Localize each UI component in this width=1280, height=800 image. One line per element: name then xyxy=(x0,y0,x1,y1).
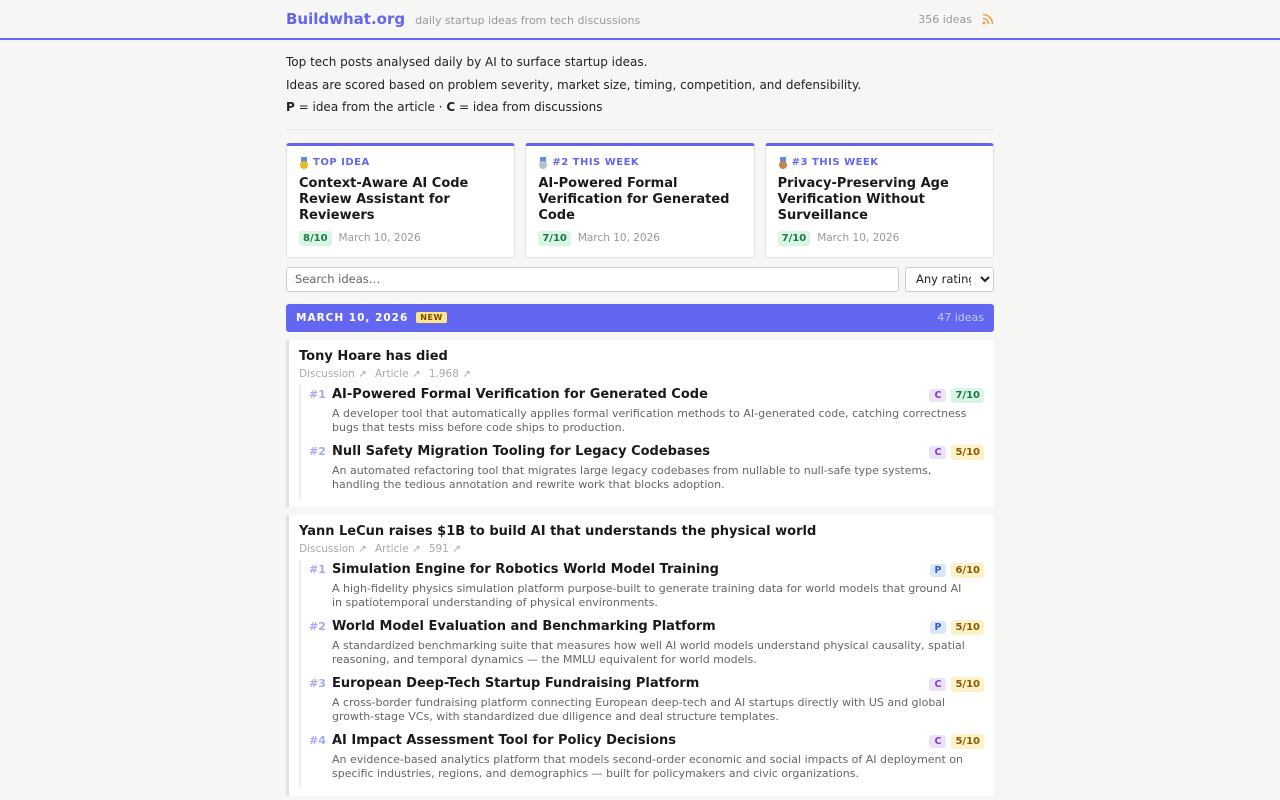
featured-kicker: Top idea xyxy=(313,157,370,168)
featured-card-1[interactable]: Top idea Context-Aware AI Code Review As… xyxy=(286,142,516,258)
search-input[interactable] xyxy=(286,266,899,292)
featured-kicker: #2 this week xyxy=(552,157,640,168)
score-badge: 5/10 xyxy=(951,619,984,635)
top-bar: Buildwhat.org daily startup ideas from t… xyxy=(0,0,1280,40)
featured-title: Privacy-Preserving Age Verification With… xyxy=(777,175,949,223)
featured-date: March 10, 2026 xyxy=(338,232,421,244)
featured-date: March 10, 2026 xyxy=(577,232,660,244)
score-badge: 7/10 xyxy=(538,230,571,246)
day-idea-count: 47 ideas xyxy=(937,311,984,324)
source-badge: P xyxy=(929,620,947,634)
idea-rank: #4 xyxy=(309,733,326,747)
day-header: MARCH 10, 2026 NEW 47 ideas xyxy=(286,303,994,332)
idea-description: A developer tool that automatically appl… xyxy=(332,406,967,435)
story-card: Yann LeCun raises $1B to build AI that u… xyxy=(286,514,994,796)
score-badge: 7/10 xyxy=(951,387,984,403)
idea-item: #2 World Model Evaluation and Benchmarki… xyxy=(309,617,984,674)
featured-date: March 10, 2026 xyxy=(817,232,900,244)
idea-rank: #1 xyxy=(309,387,326,401)
idea-title[interactable]: European Deep-Tech Startup Fundraising P… xyxy=(332,675,699,692)
article-link[interactable]: Article ↗ xyxy=(375,543,421,555)
idea-description: A standardized benchmarking suite that m… xyxy=(332,638,965,667)
idea-item: #2 Null Safety Migration Tooling for Leg… xyxy=(309,442,984,499)
idea-item: #3 European Deep-Tech Startup Fundraisin… xyxy=(309,674,984,731)
idea-description: A high-fidelity physics simulation platf… xyxy=(332,581,962,610)
site-tagline: daily startup ideas from tech discussion… xyxy=(415,14,641,27)
story-title[interactable]: Tony Hoare has died xyxy=(299,348,984,366)
featured-ideas: Top idea Context-Aware AI Code Review As… xyxy=(286,142,994,258)
site-name-link[interactable]: Buildwhat.org xyxy=(286,10,405,28)
idea-description: A cross-border fundraising platform conn… xyxy=(332,695,946,724)
day-date: MARCH 10, 2026 xyxy=(296,311,409,324)
source-badge: C xyxy=(929,445,947,459)
idea-description: An automated refactoring tool that migra… xyxy=(332,463,932,492)
story-title[interactable]: Yann LeCun raises $1B to build AI that u… xyxy=(299,523,984,541)
bronze-medal-icon xyxy=(778,156,788,169)
legend-p-key: P xyxy=(286,100,295,114)
rating-select[interactable]: Any rating xyxy=(905,266,994,292)
score-badge: 6/10 xyxy=(951,562,984,578)
source-badge: P xyxy=(929,563,947,577)
points-link[interactable]: 1,968 ↗ xyxy=(429,368,471,380)
gold-medal-icon xyxy=(299,156,309,169)
rss-icon[interactable] xyxy=(982,13,994,25)
idea-list: #1 AI-Powered Formal Verification for Ge… xyxy=(299,384,984,499)
idea-item: #1 Simulation Engine for Robotics World … xyxy=(309,560,984,617)
discussion-link[interactable]: Discussion ↗ xyxy=(299,543,367,555)
featured-card-2[interactable]: #2 this week AI-Powered Formal Verificat… xyxy=(525,142,755,258)
legend-c-key: C xyxy=(446,100,456,114)
score-badge: 5/10 xyxy=(951,676,984,692)
featured-kicker: #3 this week xyxy=(791,157,879,168)
featured-card-3[interactable]: #3 this week Privacy-Preserving Age Veri… xyxy=(764,142,994,258)
idea-title[interactable]: AI-Powered Formal Verification for Gener… xyxy=(332,386,708,403)
points-link[interactable]: 591 ↗ xyxy=(429,543,461,555)
score-badge: 5/10 xyxy=(951,444,984,460)
story-card: Tony Hoare has died Discussion ↗ Article… xyxy=(286,339,994,507)
score-badge: 7/10 xyxy=(777,230,811,246)
legend-p-text: = idea from the article · xyxy=(294,100,447,114)
idea-title[interactable]: World Model Evaluation and Benchmarking … xyxy=(332,618,716,635)
idea-title[interactable]: Simulation Engine for Robotics World Mod… xyxy=(332,561,719,578)
intro: Top tech posts analysed daily by AI to s… xyxy=(286,40,994,130)
idea-rank: #2 xyxy=(309,619,326,633)
featured-title: AI-Powered Formal Verification for Gener… xyxy=(538,175,730,223)
intro-line-1: Top tech posts analysed daily by AI to s… xyxy=(286,55,648,69)
idea-rank: #2 xyxy=(309,444,326,458)
source-badge: C xyxy=(929,734,947,748)
legend-c-text: = idea from discussions xyxy=(455,100,603,114)
featured-title: Context-Aware AI Code Review Assistant f… xyxy=(299,175,469,223)
intro-line-2: Ideas are scored based on problem severi… xyxy=(286,77,862,92)
score-badge: 5/10 xyxy=(951,733,984,749)
idea-title[interactable]: Null Safety Migration Tooling for Legacy… xyxy=(332,443,710,460)
intro-legend: P = idea from the article · C = idea fro… xyxy=(286,96,994,119)
source-badge: C xyxy=(929,677,947,691)
idea-item: #1 AI-Powered Formal Verification for Ge… xyxy=(309,385,984,442)
idea-rank: #1 xyxy=(309,562,326,576)
silver-medal-icon xyxy=(538,156,548,169)
idea-rank: #3 xyxy=(309,676,326,690)
source-badge: C xyxy=(929,388,947,402)
new-badge: NEW xyxy=(416,312,447,323)
idea-count: 356 ideas xyxy=(918,12,972,26)
idea-item: #4 AI Impact Assessment Tool for Policy … xyxy=(309,731,984,788)
idea-list: #1 Simulation Engine for Robotics World … xyxy=(299,559,984,788)
idea-description: An evidence-based analytics platform tha… xyxy=(332,752,964,781)
idea-title[interactable]: AI Impact Assessment Tool for Policy Dec… xyxy=(332,732,676,749)
brand: Buildwhat.org daily startup ideas from t… xyxy=(286,10,640,28)
article-link[interactable]: Article ↗ xyxy=(375,368,421,380)
discussion-link[interactable]: Discussion ↗ xyxy=(299,368,367,380)
filters: Any rating xyxy=(286,266,994,292)
score-badge: 8/10 xyxy=(299,230,332,246)
main-content: Top tech posts analysed daily by AI to s… xyxy=(286,40,994,796)
